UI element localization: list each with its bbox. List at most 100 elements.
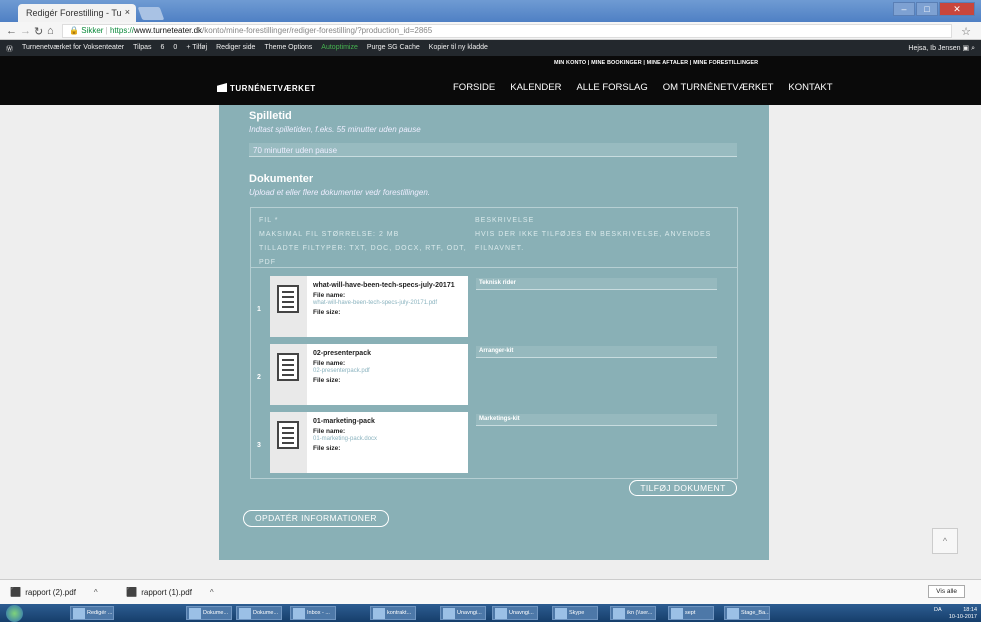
taskbar-item[interactable]: Unavngi...	[492, 606, 538, 620]
admin-edit-page[interactable]: Rediger side	[216, 44, 255, 54]
forward-icon[interactable]: →	[20, 25, 31, 37]
clock[interactable]: 18:14 10-10-2017	[949, 607, 977, 621]
taskbar-label: Dokume...	[253, 610, 279, 616]
admin-customize[interactable]: Tilpas	[133, 44, 151, 54]
nav-forside[interactable]: FORSIDE	[453, 82, 495, 93]
taskbar-item[interactable]: Inbox - ...	[290, 606, 336, 620]
file-card[interactable]: what-will-have-been-tech-specs-july-2017…	[270, 276, 468, 337]
description-column-header: BESKRIVELSE HVIS DER IKKE TILFØJES EN BE…	[475, 217, 712, 252]
wordpress-logo-icon[interactable]: Ⓦ	[6, 44, 13, 54]
document-icon	[277, 353, 299, 381]
taskbar-label: kontrakt...	[387, 610, 412, 616]
site-logo[interactable]: TURNÉNETVÆRKET	[217, 83, 316, 93]
tab-close-icon[interactable]: ×	[125, 7, 130, 17]
maximize-icon[interactable]: □	[916, 2, 938, 16]
admin-theme-options[interactable]: Theme Options	[264, 44, 312, 54]
file-column-header: FIL * MAKSIMAL FIL STØRRELSE: 2 MB TILLA…	[259, 217, 467, 266]
reload-icon[interactable]: ↻	[34, 25, 43, 38]
browser-tab-strip: Redigér Forestilling - Tu × – □ ✕	[0, 0, 981, 22]
taskbar-item[interactable]: kontrakt...	[370, 606, 416, 620]
add-document-button[interactable]: TILFØJ DOKUMENT	[629, 480, 737, 496]
taskbar-item[interactable]: Stage_Ba...	[724, 606, 770, 620]
documents-table: FIL * MAKSIMAL FIL STØRRELSE: 2 MB TILLA…	[250, 207, 738, 479]
description-input[interactable]: Teknisk rider	[476, 278, 717, 290]
nav-kontakt[interactable]: KONTAKT	[788, 82, 832, 93]
pdf-icon: ⬛	[126, 587, 138, 597]
file-name-link[interactable]: 01-marketing-pack.docx	[313, 436, 377, 442]
folder-icon	[671, 608, 683, 619]
spilletid-input[interactable]: 70 minutter uden pause	[249, 143, 737, 157]
taskbar-item[interactable]: Dokume...	[236, 606, 282, 620]
file-thumbnail	[270, 344, 307, 405]
admin-new-content[interactable]: + Tilføj	[186, 44, 207, 54]
chevron-up-icon[interactable]: ^	[210, 588, 214, 597]
admin-comments[interactable]: 0	[173, 44, 177, 54]
description-input[interactable]: Arranger-kit	[476, 346, 717, 358]
new-tab-button[interactable]	[137, 7, 165, 20]
file-size-label: File size:	[313, 445, 341, 452]
nav-kalender[interactable]: KALENDER	[510, 82, 561, 93]
wp-admin-bar: Ⓦ Turnenetværket for Voksenteater Tilpas…	[0, 40, 981, 56]
production-form-panel: Spilletid Indtast spilletiden, f.eks. 55…	[219, 105, 769, 560]
minimize-icon[interactable]: –	[893, 2, 915, 16]
file-thumbnail	[270, 412, 307, 473]
nav-om[interactable]: OM TURNÉNETVÆRKET	[663, 82, 774, 93]
download-filename: rapport (2).pdf	[25, 588, 76, 597]
main-nav: FORSIDE KALENDER ALLE FORSLAG OM TURNÉNE…	[453, 82, 833, 93]
row-number: 3	[257, 442, 261, 449]
file-name-link[interactable]: what-will-have-been-tech-specs-july-2017…	[313, 300, 437, 306]
word-icon	[189, 608, 201, 619]
taskbar-item[interactable]: Redigér ...	[70, 606, 114, 620]
start-button-icon[interactable]	[6, 605, 23, 622]
user-menu[interactable]: MIN KONTO | MINE BOOKINGER | MINE AFTALE…	[554, 60, 758, 66]
description-input[interactable]: Marketings-kit	[476, 414, 717, 426]
file-name-label: File name:	[313, 428, 346, 435]
site-header: MIN KONTO | MINE BOOKINGER | MINE AFTALE…	[0, 56, 981, 105]
taskbar-item[interactable]: Skype	[552, 606, 598, 620]
nav-alle-forslag[interactable]: ALLE FORSLAG	[576, 82, 647, 93]
taskbar-item[interactable]: Unavngi...	[440, 606, 486, 620]
admin-greeting[interactable]: Hejsa, Ib Jensen	[908, 45, 960, 52]
row-number: 1	[257, 306, 261, 313]
admin-copy-draft[interactable]: Kopier til ny kladde	[429, 44, 488, 54]
home-icon[interactable]: ⌂	[47, 25, 54, 37]
file-title: what-will-have-been-tech-specs-july-2017…	[313, 282, 455, 289]
browser-tab[interactable]: Redigér Forestilling - Tu ×	[18, 4, 136, 22]
download-item[interactable]: ⬛ rapport (1).pdf ^	[126, 587, 214, 598]
back-icon[interactable]: ←	[6, 25, 17, 37]
taskbar-item[interactable]: sept	[668, 606, 714, 620]
file-size-label: File size:	[313, 377, 341, 384]
admin-autoptimize[interactable]: Autoptimize	[321, 44, 358, 54]
url-host: www.turneteater.dk	[134, 26, 203, 35]
file-card[interactable]: 01-marketing-pack File name: 01-marketin…	[270, 412, 468, 473]
show-all-downloads-button[interactable]: Vis alle	[928, 585, 965, 598]
download-item[interactable]: ⬛ rapport (2).pdf ^	[10, 587, 98, 598]
document-row: 1 what-will-have-been-tech-specs-july-20…	[251, 276, 737, 344]
document-row: 3 01-marketing-pack File name: 01-market…	[251, 412, 737, 480]
logo-mark-icon	[217, 83, 227, 92]
word-icon	[239, 608, 251, 619]
address-bar-row: ← → ↻ ⌂ 🔒 Sikker | https://www.turneteat…	[0, 22, 981, 40]
file-name-label: File name:	[313, 292, 346, 299]
bookmark-star-icon[interactable]: ☆	[961, 25, 971, 38]
update-information-button[interactable]: OPDATÉR INFORMATIONER	[243, 510, 389, 527]
file-thumbnail	[270, 276, 307, 337]
admin-search-icon[interactable]: ⌕	[971, 45, 975, 52]
close-window-icon[interactable]: ✕	[939, 2, 975, 16]
taskbar-item[interactable]: ikn (\\ser...	[610, 606, 656, 620]
language-indicator[interactable]: DA	[934, 607, 941, 613]
taskbar-item[interactable]: Dokume...	[186, 606, 232, 620]
file-name-link[interactable]: 02-presenterpack.pdf	[313, 368, 370, 374]
admin-updates[interactable]: 6	[161, 44, 165, 54]
user-avatar-icon[interactable]: ▣	[963, 45, 970, 52]
url-scheme: https://	[109, 26, 134, 35]
admin-purge-cache[interactable]: Purge SG Cache	[367, 44, 420, 54]
url-field[interactable]: 🔒 Sikker | https://www.turneteater.dk/ko…	[62, 24, 952, 38]
scroll-to-top-button[interactable]: ^	[932, 528, 958, 554]
row-number: 2	[257, 374, 261, 381]
chevron-up-icon[interactable]: ^	[94, 588, 98, 597]
spilletid-description: Indtast spilletiden, f.eks. 55 minutter …	[249, 125, 421, 134]
file-card[interactable]: 02-presenterpack File name: 02-presenter…	[270, 344, 468, 405]
logo-text: TURNÉNETVÆRKET	[230, 84, 316, 93]
admin-site-name[interactable]: Turnenetværket for Voksenteater	[22, 44, 124, 54]
